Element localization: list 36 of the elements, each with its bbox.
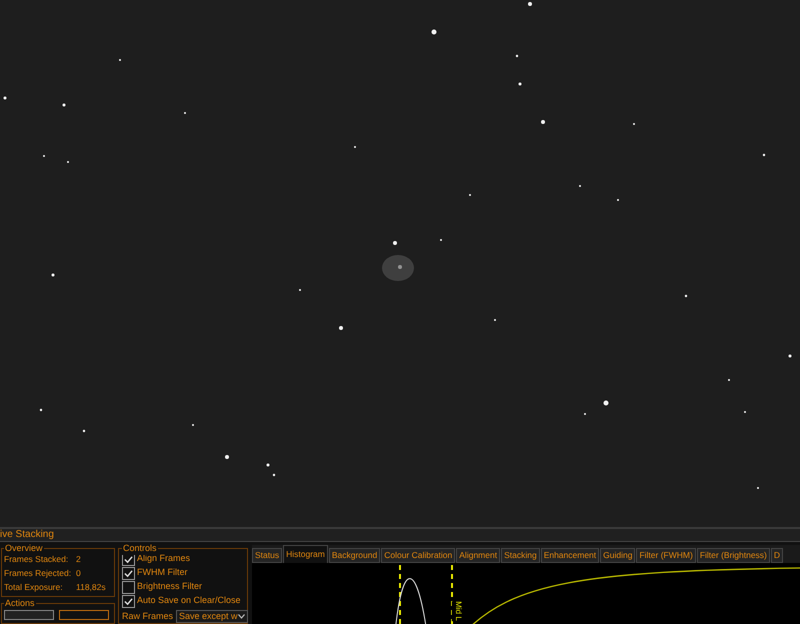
checkbox-label: Auto Save on Clear/Close (137, 594, 241, 608)
stat-value: 2 (76, 554, 81, 564)
stat-value: 0 (76, 568, 81, 578)
marker-label: Mid L (452, 600, 464, 620)
tab[interactable]: Histogram (283, 544, 328, 562)
tab[interactable]: Filter (FWHM) (636, 548, 696, 562)
tab[interactable]: D (770, 548, 784, 562)
checkbox[interactable] (122, 580, 135, 594)
action-button[interactable] (4, 610, 54, 620)
panel-title: ive Stacking (0, 528, 54, 540)
histogram-curve (394, 578, 428, 624)
marker-line[interactable] (399, 564, 401, 624)
action-button[interactable] (59, 610, 109, 620)
caret-icon (238, 614, 245, 619)
tab[interactable]: Stacking (501, 548, 540, 562)
tab[interactable]: Guiding (600, 548, 636, 562)
checkmark-icon (124, 596, 133, 606)
tab[interactable]: Enhancement (540, 548, 600, 562)
tab[interactable]: Background (328, 548, 380, 562)
stat-value: 118,82s (76, 582, 106, 592)
stat-label: Frames Stacked: (4, 554, 70, 564)
checkbox-label: FWHM Filter (137, 566, 188, 580)
tab[interactable]: Status (252, 548, 282, 562)
tab[interactable]: Colour Calibration (381, 548, 456, 562)
stat-label: Frames Rejected: (4, 568, 72, 578)
raw-frames-dropdown[interactable]: Save except w (176, 610, 248, 623)
group-title: Controls (122, 542, 158, 555)
checkbox-label: Brightness Filter (137, 580, 202, 594)
marker-line[interactable] (451, 564, 453, 624)
tab[interactable]: Filter (Brightness) (696, 548, 770, 562)
stat-label: Total Exposure: (4, 582, 64, 592)
checkbox[interactable] (122, 566, 135, 580)
raw-frames-label: Raw Frames (122, 610, 174, 622)
checkbox-label: Align Frames (137, 552, 190, 566)
tab[interactable]: Alignment (456, 548, 500, 562)
checkbox[interactable] (122, 594, 135, 608)
